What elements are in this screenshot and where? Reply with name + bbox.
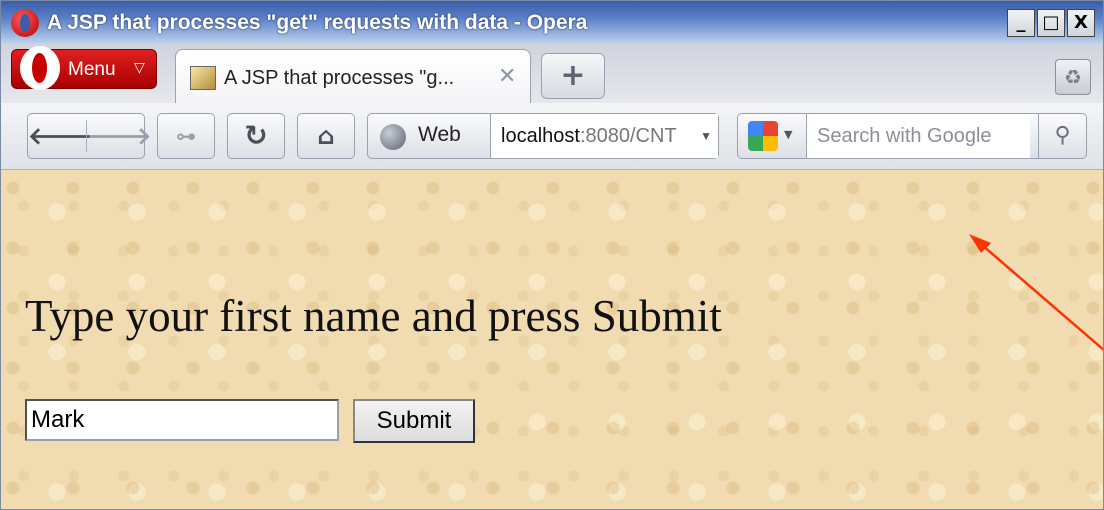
minimize-button[interactable]: _	[1007, 9, 1035, 37]
key-button[interactable]: ⊶	[157, 113, 215, 159]
maximize-button[interactable]: □	[1037, 9, 1065, 37]
favicon-icon	[190, 66, 216, 90]
search-input[interactable]: Search with Google	[806, 114, 1030, 158]
forward-arrow-icon[interactable]: 🡒	[87, 114, 151, 158]
reload-button[interactable]: ↻	[227, 113, 285, 159]
title-bar: A JSP that processes "get" requests with…	[1, 1, 1103, 43]
address-input[interactable]: localhost:8080/CNT ▼	[490, 114, 718, 158]
home-button[interactable]: ⌂	[297, 113, 355, 159]
chevron-down-icon[interactable]: ▼	[784, 128, 792, 141]
trash-icon[interactable]: ♻	[1055, 59, 1091, 95]
opera-o-icon	[20, 46, 60, 90]
url-rest: :8080/CNT	[579, 125, 677, 147]
tab-active[interactable]: A JSP that processes "g... ✕	[175, 49, 531, 105]
tab-close-icon[interactable]: ✕	[498, 64, 516, 89]
page-content: Type your first name and press Submit Su…	[1, 170, 1103, 509]
tab-bar: Menu ▽ A JSP that processes "g... ✕ + ♻	[1, 43, 1103, 105]
submit-button[interactable]: Submit	[353, 399, 475, 443]
chevron-down-icon[interactable]: ▼	[700, 114, 712, 158]
opera-logo-icon	[11, 9, 39, 37]
menu-label: Menu	[68, 59, 116, 80]
web-label[interactable]: Web	[418, 123, 461, 147]
window-controls: _ □ X	[1007, 9, 1095, 37]
url-host: localhost	[501, 125, 580, 147]
new-tab-button[interactable]: +	[541, 53, 605, 99]
search-bar: ▼ Search with Google ⚲	[737, 113, 1087, 159]
globe-icon	[380, 124, 406, 150]
back-forward-group: 🡐 🡒	[27, 113, 151, 159]
opera-menu-button[interactable]: Menu ▽	[11, 46, 157, 90]
chevron-down-icon: ▽	[134, 60, 145, 76]
home-icon: ⌂	[317, 122, 335, 150]
close-button[interactable]: X	[1067, 9, 1095, 37]
key-icon: ⊶	[176, 124, 196, 148]
browser-window: A JSP that processes "get" requests with…	[0, 0, 1104, 510]
first-name-input[interactable]	[25, 399, 339, 441]
address-bar: Web localhost:8080/CNT ▼	[367, 113, 719, 159]
navigation-toolbar: 🡐 🡒 ⊶ ↻ ⌂ Web localhost:8080/CNT ▼ ▼ Sea…	[1, 103, 1103, 170]
reload-icon: ↻	[244, 119, 268, 152]
window-title: A JSP that processes "get" requests with…	[47, 11, 588, 34]
back-arrow-icon[interactable]: 🡐	[28, 114, 92, 158]
page-heading: Type your first name and press Submit	[25, 291, 722, 341]
google-icon[interactable]	[748, 121, 778, 151]
tab-label: A JSP that processes "g...	[224, 67, 455, 89]
search-icon[interactable]: ⚲	[1038, 114, 1086, 158]
